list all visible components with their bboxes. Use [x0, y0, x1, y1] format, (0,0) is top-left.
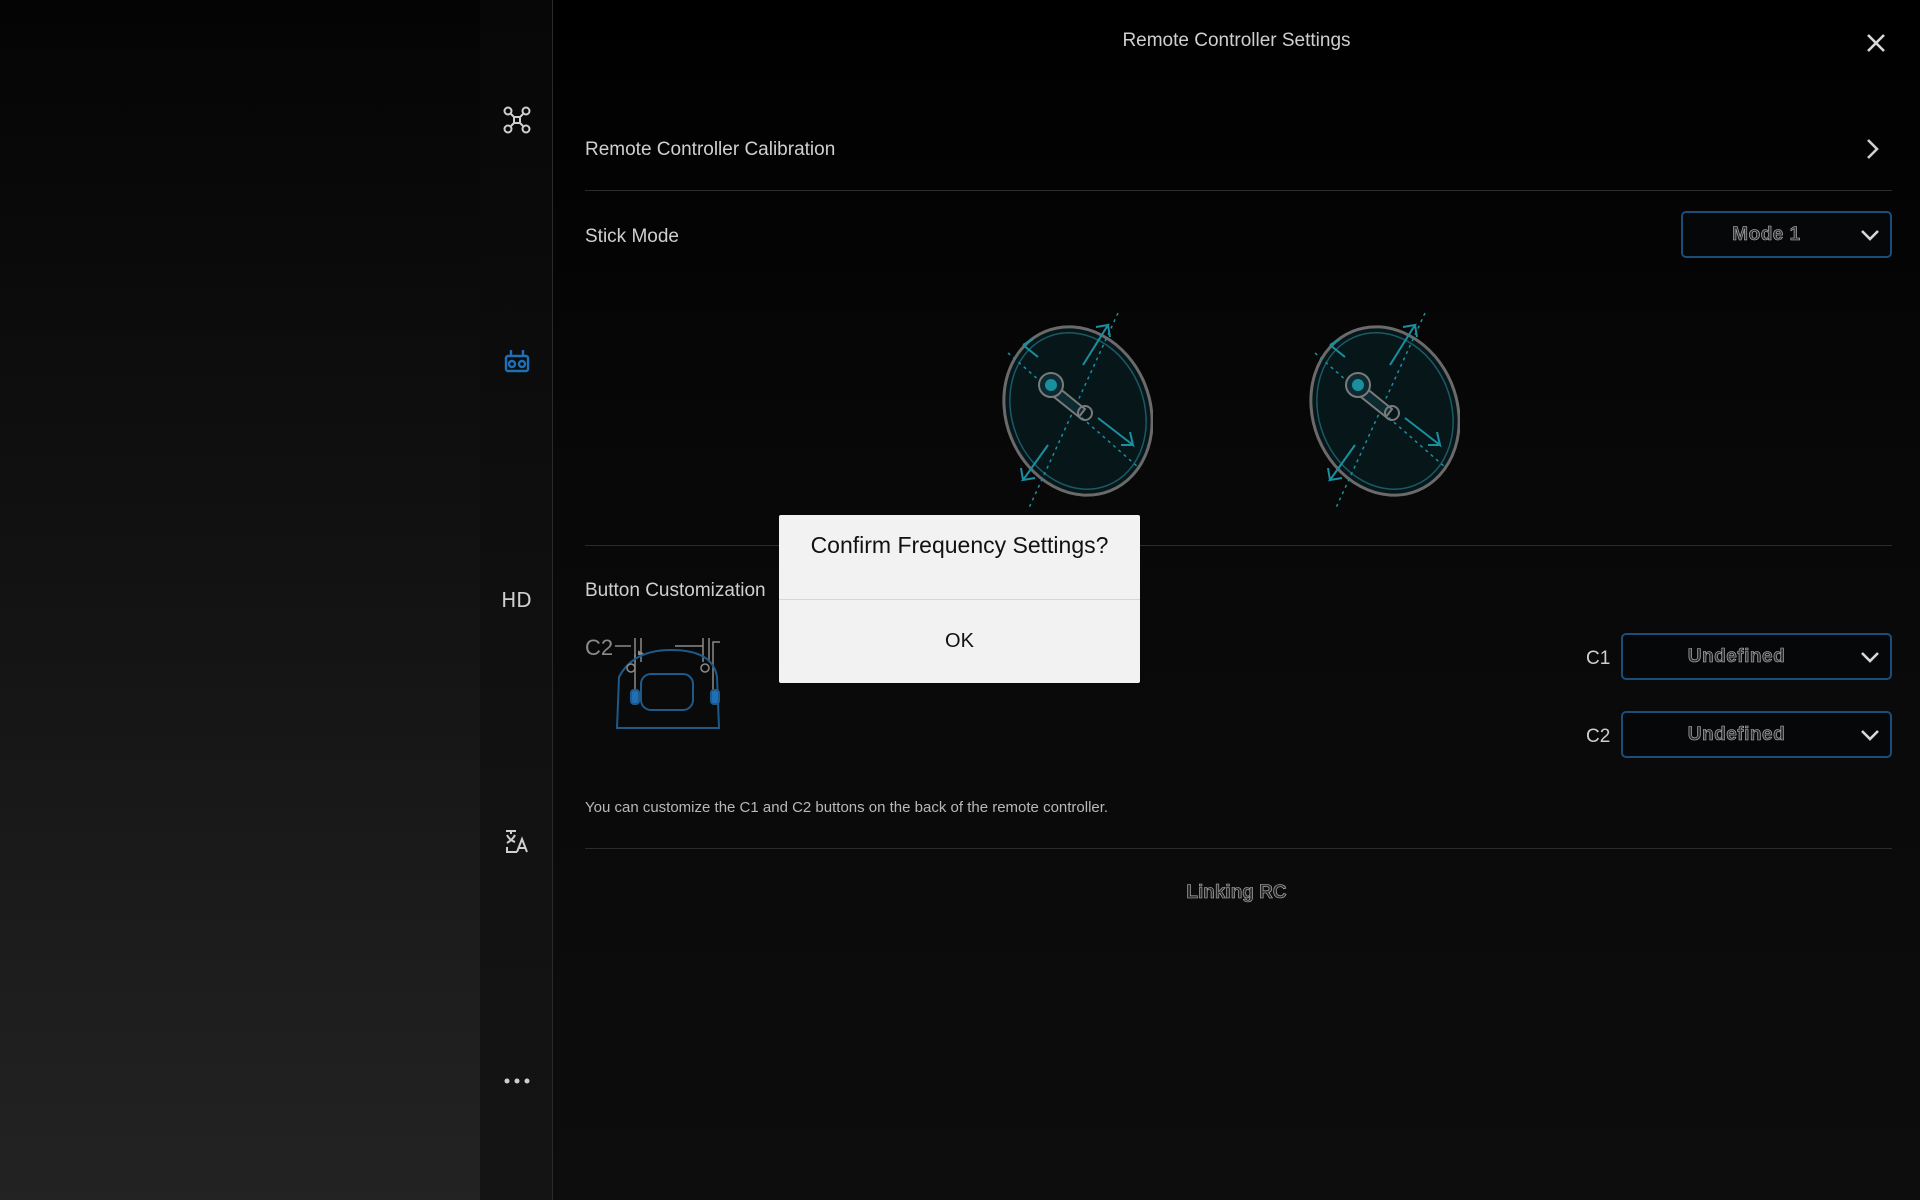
chevron-right-icon[interactable] [1860, 136, 1884, 162]
rail-item-more[interactable] [480, 1059, 553, 1103]
dialog-title: Confirm Frequency Settings? [810, 532, 1109, 558]
rail-item-general[interactable] [480, 819, 553, 863]
rail-item-aircraft[interactable] [480, 98, 553, 142]
c2-select[interactable]: Undefined [1621, 711, 1892, 758]
rail-item-hd[interactable]: HD [480, 578, 553, 622]
divider [585, 848, 1892, 849]
drone-icon [503, 106, 530, 134]
remote-controller-icon [504, 350, 529, 373]
hd-label: HD [501, 588, 532, 612]
controller-back-illustration [615, 638, 721, 729]
more-icon [504, 1078, 529, 1084]
left-backdrop [0, 0, 480, 1200]
language-icon [505, 830, 528, 853]
right-stick-illustration [1309, 312, 1460, 511]
linking-rc-button[interactable]: Linking RC [553, 882, 1920, 904]
stick-mode-value: Mode 1 [1732, 223, 1801, 245]
stick-mode-label: Stick Mode [585, 226, 679, 247]
button-customization-hint: You can customize the C1 and C2 buttons … [585, 799, 1109, 816]
button-customization-label: Button Customization [585, 580, 766, 601]
remote-controller-settings-panel: Remote Controller Settings Remote Contro… [553, 0, 1920, 1200]
diagram-c2-label: C2 [585, 635, 614, 660]
ok-button[interactable]: OK [779, 600, 1140, 683]
c2-label: C2 [1586, 726, 1611, 747]
divider [585, 190, 1892, 191]
rail-item-remote-controller[interactable] [480, 339, 553, 383]
close-icon [1867, 34, 1885, 52]
stick-mode-select[interactable]: Mode 1 [1681, 211, 1892, 258]
c2-value: Undefined [1687, 723, 1786, 745]
chevron-down-icon [1850, 711, 1890, 758]
chevron-down-icon [1850, 211, 1890, 258]
c1-label: C1 [1586, 648, 1611, 669]
confirm-frequency-dialog: Confirm Frequency Settings? OK [779, 515, 1140, 683]
chevron-down-icon [1850, 633, 1890, 680]
calibration-row[interactable]: Remote Controller Calibration [585, 110, 1892, 188]
calibration-label: Remote Controller Calibration [585, 139, 836, 160]
c1-value: Undefined [1687, 645, 1786, 667]
c1-select[interactable]: Undefined [1621, 633, 1892, 680]
left-stick-illustration [1002, 312, 1153, 511]
close-button[interactable] [1860, 27, 1892, 59]
settings-rail: HD [480, 0, 553, 1200]
page-title: Remote Controller Settings [1122, 30, 1351, 51]
